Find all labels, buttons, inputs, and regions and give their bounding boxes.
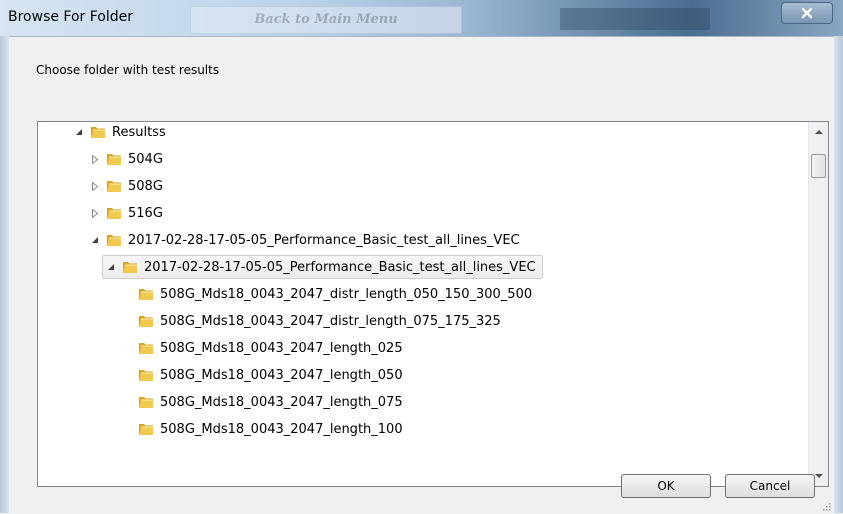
- scroll-up-arrow-icon: [814, 130, 823, 134]
- tree-item-selected[interactable]: 2017-02-28-17-05-05_Performance_Basic_te…: [102, 255, 543, 279]
- scroll-up-button[interactable]: [809, 122, 828, 142]
- collapsed-triangle-icon[interactable]: [90, 208, 100, 218]
- instruction-label: Choose folder with test results: [36, 63, 220, 77]
- cancel-button[interactable]: Cancel: [725, 474, 815, 498]
- close-button[interactable]: [781, 2, 833, 24]
- tree-item[interactable]: 516G: [90, 201, 163, 225]
- folder-icon: [107, 154, 121, 165]
- folder-icon: [139, 343, 153, 354]
- tree-item-label: 508G: [128, 178, 163, 194]
- collapsed-triangle-icon[interactable]: [90, 181, 100, 191]
- tree-item[interactable]: 508G_Mds18_0043_2047_distr_length_050_15…: [122, 282, 532, 306]
- background-window-button: Back to Main Menu: [190, 6, 462, 34]
- tree-rows: Resultss 504G 508G 516G 2017-02-28-17-05-05_…: [38, 122, 808, 486]
- folder-icon: [107, 208, 121, 219]
- background-window-strip: [560, 8, 710, 30]
- tree-item-label: 508G_Mds18_0043_2047_length_100: [160, 421, 403, 437]
- tree-item-label: 508G_Mds18_0043_2047_distr_length_075_17…: [160, 313, 501, 329]
- folder-icon: [139, 397, 153, 408]
- folder-icon: [123, 262, 137, 273]
- expanded-triangle-icon[interactable]: [106, 262, 116, 272]
- window-frame-right: [834, 36, 843, 513]
- folder-tree[interactable]: Resultss 504G 508G 516G 2017-02-28-17-05-05_…: [37, 121, 829, 487]
- tree-item[interactable]: 508G: [90, 174, 163, 198]
- window-title: Browse For Folder: [8, 9, 134, 25]
- tree-item-label: 516G: [128, 205, 163, 221]
- scroll-thumb[interactable]: [811, 154, 826, 178]
- folder-icon: [139, 289, 153, 300]
- tree-item-label: 508G_Mds18_0043_2047_length_050: [160, 367, 403, 383]
- resize-grip-icon[interactable]: [821, 501, 831, 511]
- dialog-body: Choose folder with test results Resultss…: [9, 36, 834, 514]
- folder-icon: [139, 316, 153, 327]
- tree-item-label: 508G_Mds18_0043_2047_length_025: [160, 340, 403, 356]
- tree-item-label: 504G: [128, 151, 163, 167]
- tree-item[interactable]: Resultss: [74, 122, 166, 144]
- background-window-text: Back to Main Menu: [254, 12, 398, 27]
- title-bar[interactable]: Back to Main Menu Browse For Folder: [0, 0, 843, 36]
- folder-icon: [139, 424, 153, 435]
- tree-item[interactable]: 508G_Mds18_0043_2047_length_025: [122, 336, 403, 360]
- tree-item-label: 2017-02-28-17-05-05_Performance_Basic_te…: [128, 232, 520, 248]
- tree-item-label: 2017-02-28-17-05-05_Performance_Basic_te…: [144, 259, 536, 275]
- expanded-triangle-icon[interactable]: [90, 235, 100, 245]
- folder-icon: [91, 127, 105, 138]
- folder-icon: [139, 370, 153, 381]
- ok-button[interactable]: OK: [621, 474, 711, 498]
- tree-item-label: 508G_Mds18_0043_2047_distr_length_050_15…: [160, 286, 533, 302]
- window-frame-left: [0, 36, 9, 513]
- vertical-scrollbar[interactable]: [808, 122, 828, 486]
- tree-item[interactable]: 508G_Mds18_0043_2047_distr_length_075_17…: [122, 309, 501, 333]
- collapsed-triangle-icon[interactable]: [90, 154, 100, 164]
- tree-item[interactable]: 504G: [90, 147, 163, 171]
- tree-item-label: Resultss: [112, 124, 166, 140]
- tree-item[interactable]: 508G_Mds18_0043_2047_length_050: [122, 363, 403, 387]
- tree-item[interactable]: 508G_Mds18_0043_2047_length_100: [122, 417, 403, 441]
- tree-item[interactable]: 508G_Mds18_0043_2047_length_075: [122, 390, 403, 414]
- folder-icon: [107, 235, 121, 246]
- scroll-down-arrow-icon: [814, 474, 823, 478]
- expanded-triangle-icon[interactable]: [74, 127, 84, 137]
- tree-item-label: 508G_Mds18_0043_2047_length_075: [160, 394, 403, 410]
- close-icon: [801, 7, 813, 19]
- folder-icon: [107, 181, 121, 192]
- tree-item[interactable]: 2017-02-28-17-05-05_Performance_Basic_te…: [90, 228, 520, 252]
